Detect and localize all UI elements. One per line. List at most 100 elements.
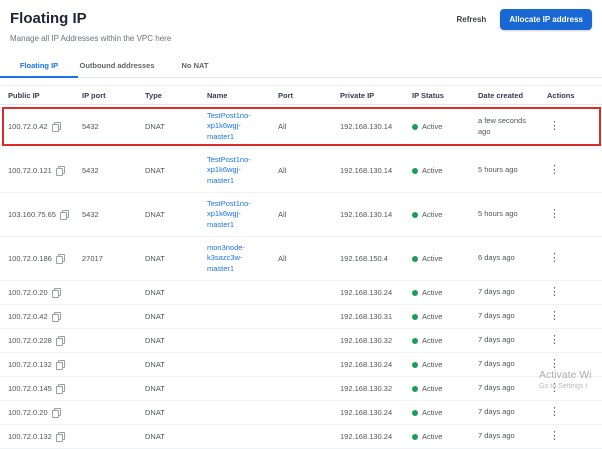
- date-created-value: 7 days ago: [470, 335, 539, 346]
- status-label: Active: [422, 166, 442, 175]
- more-actions-button[interactable]: ⋮: [549, 287, 560, 298]
- column-header-date-created: Date created: [470, 91, 539, 100]
- date-created-value: 5 hours ago: [470, 209, 539, 220]
- date-created-value: 7 days ago: [470, 287, 539, 298]
- status-dot-icon: [412, 338, 418, 344]
- page-subtitle: Manage all IP Addresses within the VPC h…: [10, 34, 592, 43]
- public-ip-value: 100.72.0.145: [8, 384, 52, 393]
- status-dot-icon: [412, 362, 418, 368]
- copy-icon[interactable]: [56, 166, 65, 176]
- date-created-value: 7 days ago: [470, 407, 539, 418]
- status-label: Active: [422, 210, 442, 219]
- table-row: 100.72.0.228 DNAT 192.168.130.32 Active …: [0, 329, 602, 353]
- type-value: DNAT: [137, 336, 199, 345]
- date-created-value: 5 hours ago: [470, 165, 539, 176]
- private-ip-value: 192.168.130.14: [332, 210, 404, 219]
- date-created-value: 6 days ago: [470, 253, 539, 264]
- status-badge: Active: [412, 210, 470, 219]
- status-dot-icon: [412, 434, 418, 440]
- status-badge: Active: [412, 166, 470, 175]
- more-actions-button[interactable]: ⋮: [549, 209, 560, 220]
- more-actions-button[interactable]: ⋮: [549, 165, 560, 176]
- name-link[interactable]: mon3node-k3sazc3w-master1: [207, 243, 257, 275]
- type-value: DNAT: [137, 384, 199, 393]
- column-header-port: Port: [270, 91, 332, 100]
- more-actions-button[interactable]: ⋮: [549, 311, 560, 322]
- public-ip-value: 100.72.0.186: [8, 254, 52, 263]
- more-actions-button[interactable]: ⋮: [549, 359, 560, 370]
- private-ip-value: 192.168.130.24: [332, 360, 404, 369]
- status-label: Active: [422, 312, 442, 321]
- tab-no-nat[interactable]: No NAT: [156, 56, 234, 77]
- allocate-ip-button[interactable]: Allocate IP address: [500, 9, 592, 30]
- copy-icon[interactable]: [56, 254, 65, 264]
- public-ip-value: 100.72.0.42: [8, 312, 48, 321]
- date-created-value: 7 days ago: [470, 311, 539, 322]
- copy-icon[interactable]: [56, 336, 65, 346]
- date-created-value: 7 days ago: [470, 431, 539, 442]
- copy-icon[interactable]: [56, 384, 65, 394]
- type-value: DNAT: [137, 166, 199, 175]
- status-label: Active: [422, 122, 442, 131]
- private-ip-value: 192.168.130.14: [332, 166, 404, 175]
- status-badge: Active: [412, 254, 470, 263]
- more-actions-button[interactable]: ⋮: [549, 335, 560, 346]
- tab-outbound-addresses[interactable]: Outbound addresses: [78, 56, 156, 77]
- private-ip-value: 192.168.130.24: [332, 408, 404, 417]
- private-ip-value: 192.168.130.32: [332, 336, 404, 345]
- more-actions-button[interactable]: ⋮: [549, 431, 560, 442]
- status-badge: Active: [412, 312, 470, 321]
- more-actions-button[interactable]: ⋮: [549, 121, 560, 132]
- tab-bar: Floating IP Outbound addresses No NAT: [0, 56, 602, 78]
- more-actions-button[interactable]: ⋮: [549, 383, 560, 394]
- name-link[interactable]: TestPost1no-xp1k6wgj-master1: [207, 155, 257, 187]
- date-created-value: 7 days ago: [470, 359, 539, 370]
- copy-icon[interactable]: [52, 312, 61, 322]
- copy-icon[interactable]: [52, 408, 61, 418]
- copy-icon[interactable]: [56, 360, 65, 370]
- name-link[interactable]: TestPost1no-xp1k6wgj-master1: [207, 199, 257, 231]
- status-label: Active: [422, 384, 442, 393]
- table-row: 100.72.0.132 DNAT 192.168.130.24 Active …: [0, 425, 602, 449]
- public-ip-value: 100.72.0.132: [8, 432, 52, 441]
- private-ip-value: 192.168.130.24: [332, 288, 404, 297]
- status-label: Active: [422, 360, 442, 369]
- copy-icon[interactable]: [52, 122, 61, 132]
- status-dot-icon: [412, 314, 418, 320]
- type-value: DNAT: [137, 432, 199, 441]
- column-header-name: Name: [199, 91, 270, 100]
- more-actions-button[interactable]: ⋮: [549, 407, 560, 418]
- private-ip-value: 192.168.150.4: [332, 254, 404, 263]
- tab-floating-ip[interactable]: Floating IP: [0, 56, 78, 77]
- public-ip-value: 100.72.0.228: [8, 336, 52, 345]
- port-value: All: [270, 254, 332, 263]
- type-value: DNAT: [137, 254, 199, 263]
- status-badge: Active: [412, 122, 470, 131]
- type-value: DNAT: [137, 360, 199, 369]
- copy-icon[interactable]: [60, 210, 69, 220]
- refresh-button[interactable]: Refresh: [455, 11, 489, 28]
- column-header-type: Type: [137, 91, 199, 100]
- type-value: DNAT: [137, 288, 199, 297]
- table-row: 100.72.0.121 5432 DNAT TestPost1no-xp1k6…: [0, 149, 602, 193]
- more-actions-button[interactable]: ⋮: [549, 253, 560, 264]
- status-badge: Active: [412, 288, 470, 297]
- ip-port-value: 5432: [74, 210, 137, 219]
- table-header-row: Public IP IP port Type Name Port Private…: [0, 85, 602, 105]
- port-value: All: [270, 210, 332, 219]
- status-dot-icon: [412, 168, 418, 174]
- type-value: DNAT: [137, 312, 199, 321]
- ip-port-value: 27017: [74, 254, 137, 263]
- status-badge: Active: [412, 336, 470, 345]
- column-header-ip-port: IP port: [74, 91, 137, 100]
- table-row: 100.72.0.145 DNAT 192.168.130.32 Active …: [0, 377, 602, 401]
- copy-icon[interactable]: [52, 288, 61, 298]
- status-label: Active: [422, 432, 442, 441]
- table-row: 103.160.75.65 5432 DNAT TestPost1no-xp1k…: [0, 193, 602, 237]
- name-link[interactable]: TestPost1no-xp1k6wgj-master1: [207, 111, 257, 143]
- table-row: 100.72.0.20 DNAT 192.168.130.24 Active 7…: [0, 281, 602, 305]
- private-ip-value: 192.168.130.32: [332, 384, 404, 393]
- status-dot-icon: [412, 290, 418, 296]
- copy-icon[interactable]: [56, 432, 65, 442]
- type-value: DNAT: [137, 122, 199, 131]
